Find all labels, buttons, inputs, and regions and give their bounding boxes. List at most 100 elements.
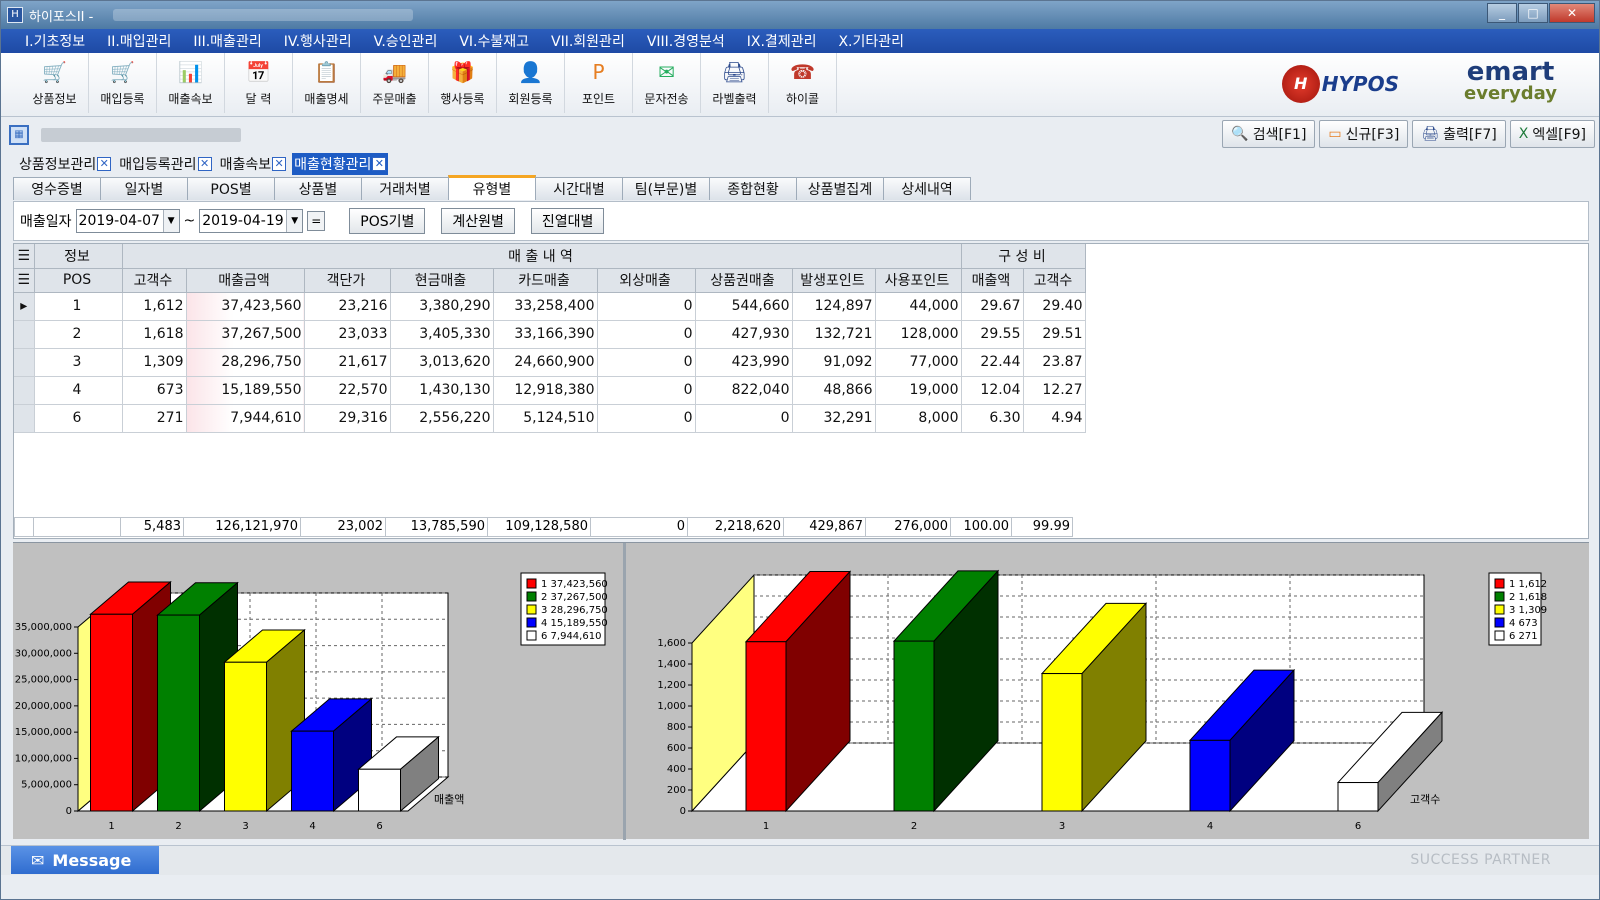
report-tab[interactable]: 팀(부문)별 — [622, 177, 710, 200]
splitter[interactable] — [623, 543, 626, 840]
close-icon[interactable]: ✕ — [272, 157, 287, 171]
report-tab[interactable]: 영수증별 — [13, 177, 101, 200]
row-indicator[interactable] — [14, 348, 35, 377]
close-button[interactable]: ✕ — [1549, 3, 1595, 23]
menu-item[interactable]: I.기초정보 — [25, 31, 85, 51]
toolbar-button-10[interactable]: ✉ 문자전송 — [633, 53, 701, 113]
toolbar-button-11[interactable]: 🖨 라벨출력 — [701, 53, 769, 113]
table-row[interactable]: 4 673 15,189,550 22,570 1,430,130 12,918,380 0… — [14, 376, 1086, 405]
report-tab[interactable]: 종합현황 — [709, 177, 797, 200]
action-button-3[interactable]: 🖨 출력[F7] — [1412, 120, 1506, 148]
column-header[interactable]: 현금매출 — [390, 268, 494, 293]
column-header[interactable]: 매출금액 — [186, 268, 305, 293]
legend-label: 4 673 — [1509, 618, 1538, 629]
row-indicator[interactable]: ▸ — [14, 292, 35, 321]
bar — [291, 730, 334, 812]
toolbar-button-9[interactable]: P 포인트 — [565, 53, 633, 113]
document-tab[interactable]: 상품정보관리 ✕ — [17, 153, 113, 175]
series-label: 고객수 — [1410, 793, 1440, 806]
report-tab[interactable]: 상세내역 — [883, 177, 971, 200]
column-header[interactable]: 발생포인트 — [792, 268, 876, 293]
column-header[interactable]: 카드매출 — [493, 268, 598, 293]
equal-date-button[interactable]: = — [307, 211, 326, 231]
report-tab[interactable]: 상품별집계 — [796, 177, 884, 200]
table-cell: 12.04 — [961, 376, 1024, 405]
table-row[interactable]: ▸ 1 1,612 37,423,560 23,216 3,380,290 33,258,4… — [14, 292, 1086, 321]
column-header[interactable]: 고객수 — [122, 268, 187, 293]
menu-item[interactable]: VI.수불재고 — [459, 31, 529, 51]
minimize-button[interactable]: _ — [1487, 3, 1517, 23]
report-tab[interactable]: 상품별 — [274, 177, 362, 200]
document-tab[interactable]: 매입등록관리 ✕ — [117, 153, 213, 175]
table-row[interactable]: 3 1,309 28,296,750 21,617 3,013,620 24,660,90… — [14, 348, 1086, 377]
toolbar-button-2[interactable]: 🛒 매입등록 — [89, 53, 157, 113]
pos-period-button[interactable]: POS기별 — [349, 208, 426, 234]
grid-menu-icon[interactable]: ☰ — [14, 244, 35, 269]
document-tab[interactable]: 매출현황관리 ✕ — [292, 153, 389, 175]
toolbar-button-8[interactable]: 👤 회원등록 — [497, 53, 565, 113]
column-header[interactable]: POS — [34, 268, 123, 293]
table-cell: 21,617 — [304, 348, 391, 377]
row-indicator[interactable] — [14, 320, 35, 349]
toolbar-button-6[interactable]: 🚚 주문매출 — [361, 53, 429, 113]
column-header[interactable]: 고객수 — [1023, 268, 1086, 293]
toolbar-button-4[interactable]: 📅 달 력 — [225, 53, 293, 113]
report-tab[interactable]: POS별 — [187, 177, 275, 200]
report-tab[interactable]: 일자별 — [100, 177, 188, 200]
document-tab[interactable]: 매출속보 ✕ — [218, 153, 289, 175]
date-from-field[interactable]: 2019-04-07 ▼ — [75, 209, 180, 233]
close-icon[interactable]: ✕ — [97, 157, 112, 171]
message-button[interactable]: ✉ Message — [11, 846, 159, 874]
y-tick-label: 15,000,000 — [15, 727, 72, 738]
report-tab[interactable]: 거래처별 — [361, 177, 449, 200]
menu-item[interactable]: X.기타관리 — [838, 31, 904, 51]
grid-menu-icon[interactable]: ☰ — [14, 268, 35, 293]
title-bar[interactable]: H 하이포스II - _ □ ✕ — [1, 1, 1599, 29]
column-header[interactable]: 객단가 — [304, 268, 391, 293]
menu-item[interactable]: VII.회원관리 — [551, 31, 625, 51]
total-cell: 429,867 — [783, 517, 866, 537]
toolbar-button-1[interactable]: 🛒 상품정보 — [21, 53, 89, 113]
document-tab-label: 매출속보 — [219, 157, 272, 173]
column-header[interactable]: 매출액 — [961, 268, 1024, 293]
row-indicator[interactable] — [14, 376, 35, 405]
document-tab-label: 상품정보관리 — [19, 157, 97, 173]
action-button-2[interactable]: ▭ 신규[F3] — [1319, 120, 1409, 148]
legend-label: 3 1,309 — [1509, 605, 1547, 616]
column-header[interactable]: 상품권매출 — [695, 268, 793, 293]
chevron-down-icon[interactable]: ▼ — [162, 210, 179, 232]
table-row[interactable]: 2 1,618 37,267,500 23,033 3,405,330 33,166,39… — [14, 320, 1086, 349]
close-icon[interactable]: ✕ — [197, 157, 212, 171]
row-indicator[interactable] — [14, 404, 35, 433]
sales-grid[interactable]: ☰ 정보 매 출 내 역구 성 비 ☰ POS 고객수 매출금액 객단가 현금매출 카드매출 외상매… — [13, 243, 1589, 539]
cashier-button[interactable]: 계산원별 — [441, 208, 515, 234]
display-shelf-button[interactable]: 진열대별 — [530, 208, 605, 234]
menu-item[interactable]: IX.결제관리 — [747, 31, 817, 51]
column-header[interactable]: 사용포인트 — [875, 268, 962, 293]
close-icon[interactable]: ✕ — [372, 157, 387, 171]
menu-item[interactable]: V.승인관리 — [374, 31, 438, 51]
menu-item[interactable]: II.매입관리 — [107, 31, 171, 51]
toolbar-label: 매출명세 — [304, 92, 349, 106]
bar — [745, 641, 787, 812]
table-row[interactable]: 6 271 7,944,610 29,316 2,556,220 5,124,510 0 0 3… — [14, 404, 1086, 433]
toolbar-button-7[interactable]: 🎁 행사등록 — [429, 53, 497, 113]
menu-item[interactable]: IV.행사관리 — [284, 31, 352, 51]
action-button-1[interactable]: 🔍 검색[F1] — [1222, 120, 1316, 148]
menu-item[interactable]: III.매출관리 — [193, 31, 261, 51]
toolbar-button-12[interactable]: ☎ 하이콜 — [769, 53, 837, 113]
action-button-4[interactable]: X 엑셀[F9] — [1509, 120, 1595, 148]
menu-item[interactable]: VIII.경영분석 — [647, 31, 725, 51]
window-title: 하이포스II - — [29, 9, 94, 25]
column-header[interactable]: 외상매출 — [597, 268, 696, 293]
report-tab[interactable]: 유형별 — [448, 175, 536, 200]
toolbar-button-3[interactable]: 📊 매출속보 — [157, 53, 225, 113]
toolbar-button-5[interactable]: 📋 매출명세 — [293, 53, 361, 113]
table-cell: 12.27 — [1023, 376, 1086, 405]
maximize-button[interactable]: □ — [1518, 3, 1548, 23]
date-to-field[interactable]: 2019-04-19 ▼ — [199, 209, 304, 233]
total-cell: 99.99 — [1011, 517, 1073, 537]
report-tab[interactable]: 시간대별 — [535, 177, 623, 200]
chevron-down-icon[interactable]: ▼ — [286, 210, 303, 232]
table-cell: 44,000 — [875, 292, 962, 321]
